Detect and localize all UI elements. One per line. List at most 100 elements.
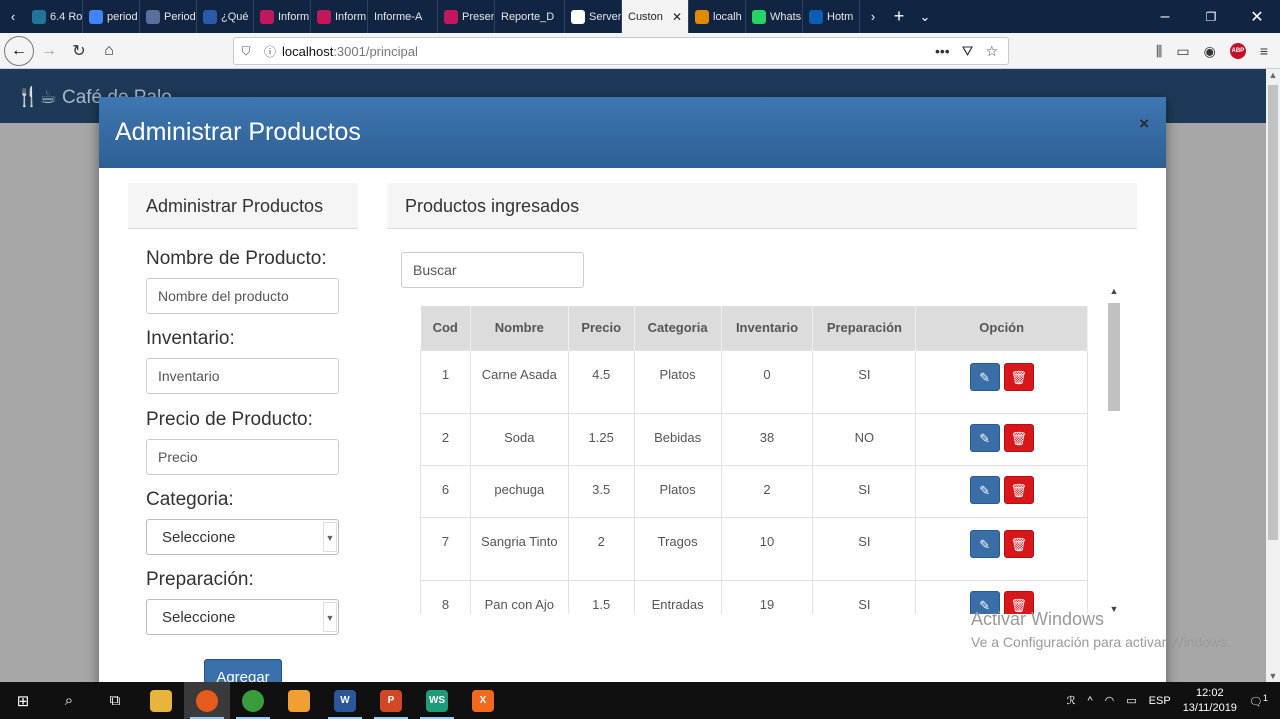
browser-tab[interactable]: Reporte_D [495,0,565,33]
page-scrollbar[interactable]: ▲ ▼ [1266,69,1280,682]
column-header[interactable]: Inventario [721,306,814,350]
system-tray: ℛ ^ ◠ ▭ ESP 12:02 13/11/2019 🗨1 [1067,682,1280,719]
trash-icon[interactable]: 🗑 [1003,475,1034,504]
cell-preparacion: SI [812,464,917,518]
column-header[interactable]: Opción [915,306,1088,350]
info-icon[interactable]: ⓘ [258,43,282,60]
taskbar-word[interactable]: W [322,682,368,719]
products-table-container[interactable]: Cod Nombre Precio Categoria Inventario Prepar… [420,306,1088,614]
browser-tab-label: Reporte_D [501,10,555,23]
table-scrollbar[interactable]: ▲ ▼ [1106,286,1122,614]
browser-icon [146,9,160,24]
battery-icon[interactable]: ▭ [1126,694,1136,707]
browser-tab[interactable]: localh [689,0,746,33]
bookmark-star-icon[interactable]: ☆ [985,43,998,60]
taskbar-explorer[interactable] [138,682,184,719]
trash-icon[interactable]: 🗑 [1003,529,1034,558]
new-tab-button[interactable]: + [886,0,912,33]
browser-tab[interactable]: ¿Qué [197,0,254,33]
inventory-label: Inventario: [146,328,235,349]
taskbar-powerpoint[interactable]: P [368,682,414,719]
tab-list-chevron-icon[interactable]: ⌄ [912,0,938,33]
page-actions-icon[interactable]: ••• [935,43,950,60]
category-select[interactable]: Seleccione ▼ [146,519,339,555]
taskbar-xampp[interactable]: X [460,682,506,719]
cell-precio: 2 [567,516,635,581]
library-icon[interactable]: ⫼ [1156,43,1162,60]
browser-tab-label: Inform [278,10,310,23]
adblock-icon[interactable]: ABP [1229,43,1246,59]
browser-tab-label: Custon [628,10,663,23]
menu-icon[interactable]: ≡ [1260,43,1268,59]
scroll-down-icon[interactable]: ▼ [1266,671,1280,681]
app-icon [288,689,310,712]
preparation-select[interactable]: Seleccione ▼ [146,599,339,635]
modal-close-button[interactable]: × [1139,114,1149,134]
taskbar-app[interactable] [276,682,322,719]
taskbar-firefox[interactable] [184,682,230,719]
column-header[interactable]: Preparación [812,306,917,350]
tray-chevron-icon[interactable]: ^ [1087,695,1092,707]
pdf-icon [317,9,331,24]
back-button[interactable]: ← [4,35,34,66]
url-bar[interactable]: ⛉ ⓘ localhost:3001/principal ••• ⛛ ☆ [233,37,1009,65]
browser-tab[interactable]: Period [140,0,197,33]
cell-precio: 1.25 [567,412,635,466]
sidebar-icon[interactable]: ▭ [1176,43,1189,60]
inventory-input[interactable]: Inventario [146,358,339,394]
home-button[interactable]: ⌂ [94,42,124,60]
people-icon[interactable]: ℛ [1067,694,1076,707]
window-minimize-button[interactable]: – [1142,8,1188,26]
column-header[interactable]: Categoria [634,306,722,350]
browser-tab[interactable]: period [83,0,140,33]
scroll-up-icon[interactable]: ▲ [1106,286,1122,296]
notification-icon[interactable]: 🗨1 [1249,693,1268,709]
edit-icon[interactable]: ✎ [969,475,1000,504]
edit-icon[interactable]: ✎ [969,423,1000,452]
start-button[interactable]: ⊞ [0,682,46,719]
task-view-button[interactable]: ⧉ [92,682,138,719]
trash-icon[interactable]: 🗑 [1003,423,1034,452]
taskbar-webstorm[interactable]: WS [414,682,460,719]
forward-button[interactable]: → [34,42,64,60]
price-input[interactable]: Precio [146,439,339,475]
column-header[interactable]: Cod [420,306,471,350]
clock-time: 12:02 [1196,686,1224,699]
product-name-input[interactable]: Nombre del producto [146,278,339,314]
column-header[interactable]: Nombre [470,306,569,350]
browser-tab[interactable]: Whats [746,0,803,33]
page-scroll-thumb[interactable] [1268,85,1278,540]
account-icon[interactable]: ◉ [1204,43,1216,60]
tab-scroll-left-icon[interactable]: ‹ [0,0,26,33]
browser-tab[interactable]: Custon ✕ [622,0,689,33]
reload-button[interactable]: ↻ [64,41,94,61]
browser-tab[interactable]: Informe-A [368,0,438,33]
table-scroll-thumb[interactable] [1108,303,1120,411]
network-icon[interactable]: ◠ [1105,694,1115,707]
pocket-icon[interactable]: ⛛ [962,43,974,60]
browser-tab[interactable]: 6.4 Ro [26,0,83,33]
browser-tab[interactable]: Presen [438,0,495,33]
trash-icon[interactable]: 🗑 [1003,362,1034,391]
language-indicator[interactable]: ESP [1149,695,1171,707]
watermark-line2: Ve a Configuración para activar Windows. [971,634,1231,650]
r-icon [203,9,217,24]
browser-tab-label: Period [164,10,196,23]
browser-tab[interactable]: Server [565,0,622,33]
taskbar-chrome[interactable] [230,682,276,719]
browser-tab[interactable]: Inform [254,0,311,33]
clock[interactable]: 12:02 13/11/2019 [1183,686,1237,716]
tab-close-icon[interactable]: ✕ [672,10,682,24]
search-input[interactable]: Buscar [401,252,584,288]
window-close-button[interactable]: ✕ [1234,7,1280,27]
tab-scroll-right-icon[interactable]: › [860,0,886,33]
browser-tab-label: localh [713,10,742,23]
edit-icon[interactable]: ✎ [969,362,1000,391]
search-button[interactable]: ⌕ [46,682,92,719]
window-restore-button[interactable]: ❐ [1188,10,1234,24]
edit-icon[interactable]: ✎ [969,529,1000,558]
scroll-up-icon[interactable]: ▲ [1266,70,1280,80]
column-header[interactable]: Precio [568,306,635,350]
browser-tab[interactable]: Hotm [803,0,860,33]
browser-tab[interactable]: Inform [311,0,368,33]
